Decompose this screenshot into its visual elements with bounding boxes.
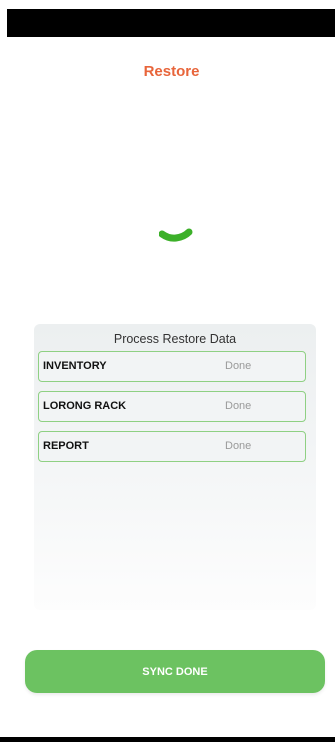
panel-title: Process Restore Data bbox=[113, 332, 237, 346]
row-name: INVENTORY bbox=[43, 360, 107, 372]
navigation-bar bbox=[0, 737, 335, 742]
process-row-inventory: INVENTORY Done bbox=[38, 351, 306, 382]
process-panel: Process Restore Data INVENTORY Done LORO… bbox=[34, 324, 316, 610]
row-status: Done bbox=[225, 440, 252, 452]
process-row-report: REPORT Done bbox=[38, 431, 306, 462]
row-name: LORONG RACK bbox=[43, 400, 127, 412]
status-bar bbox=[7, 9, 335, 37]
row-name: REPORT bbox=[43, 440, 89, 452]
sync-done-button[interactable]: SYNC DONE bbox=[25, 650, 325, 693]
row-status: Done bbox=[225, 360, 252, 372]
spinner-icon bbox=[159, 228, 193, 242]
row-status: Done bbox=[225, 400, 252, 412]
process-row-lorong-rack: LORONG RACK Done bbox=[38, 391, 306, 422]
page-title: Restore bbox=[143, 63, 200, 80]
